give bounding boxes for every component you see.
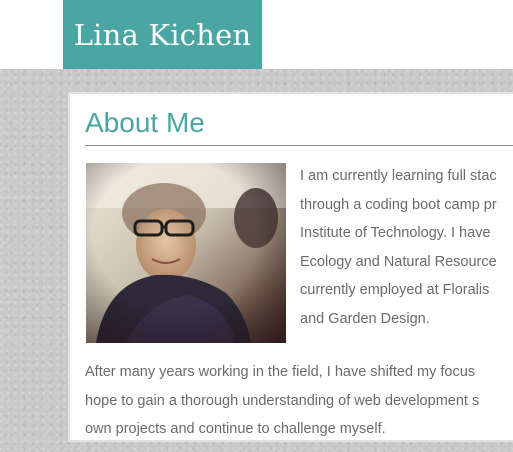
focus-line: own projects and continue to challenge m… bbox=[85, 421, 386, 437]
focus-paragraph: After many years working in the field, I… bbox=[85, 358, 480, 440]
intro-paragraph: I am currently learning full stac throug… bbox=[300, 162, 497, 333]
intro-line: I am currently learning full stac bbox=[300, 168, 497, 184]
focus-line: hope to gain a thorough understanding of… bbox=[85, 392, 480, 409]
brand-name[interactable]: Lina Kichen bbox=[74, 18, 252, 52]
intro-line: currently employed at Floralis bbox=[300, 282, 490, 298]
site-header: Lina Kichen bbox=[0, 0, 513, 69]
focus-line: After many years working in the field, I… bbox=[85, 364, 476, 380]
about-card: About Me I am currently learning full st… bbox=[68, 92, 513, 442]
intro-line: Institute of Technology. I have bbox=[300, 225, 491, 241]
title-divider bbox=[85, 145, 513, 146]
intro-line: and Garden Design. bbox=[300, 310, 430, 327]
profile-photo bbox=[86, 163, 286, 343]
intro-line: Ecology and Natural Resource bbox=[300, 253, 497, 270]
profile-photo-image bbox=[86, 163, 286, 343]
about-title: About Me bbox=[85, 107, 205, 138]
brand-logo[interactable]: Lina Kichen bbox=[63, 0, 262, 69]
intro-line: through a coding boot camp pr bbox=[300, 196, 497, 213]
